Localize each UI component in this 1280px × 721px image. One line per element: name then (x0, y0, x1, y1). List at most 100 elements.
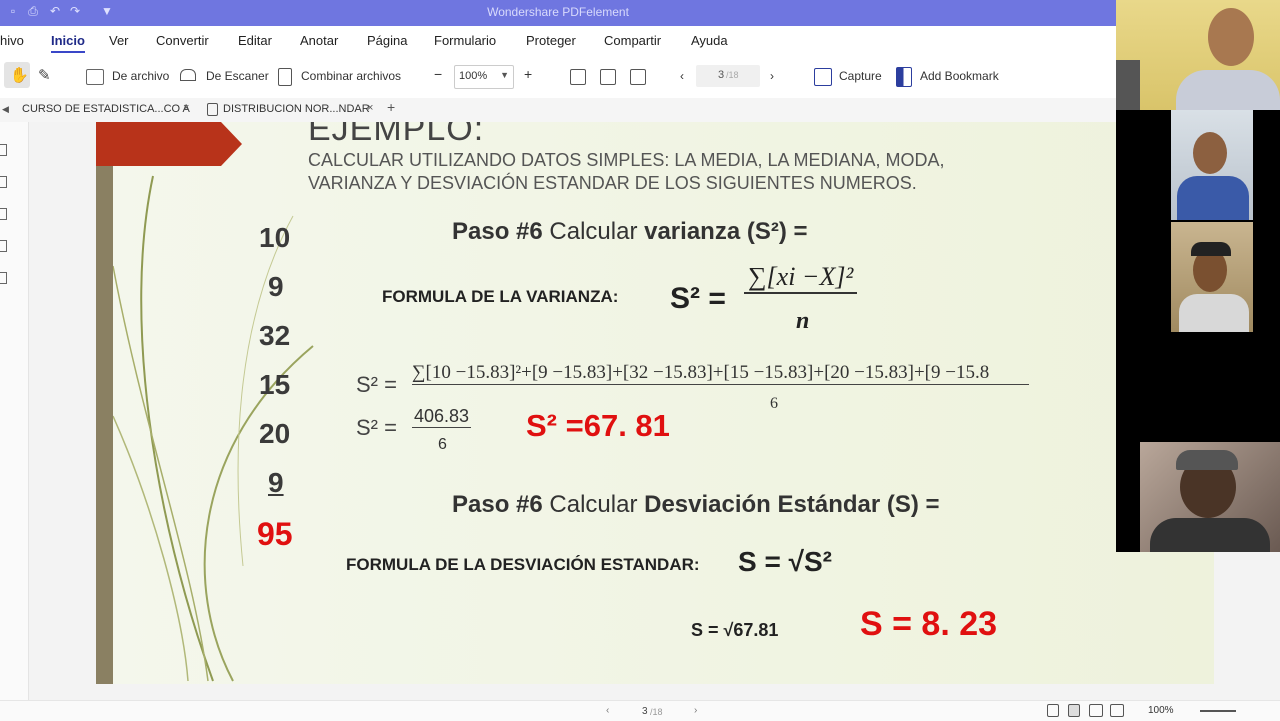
search-icon[interactable] (0, 272, 7, 284)
menu-ver[interactable]: Ver (109, 33, 129, 48)
zoom-value: 100% (459, 70, 488, 82)
menu-editar[interactable]: Editar (238, 33, 272, 48)
title-bar: ▫ ⎙ ↶ ↷ ▼ Wondershare PDFelement (0, 0, 1116, 26)
document-tabs: ◀ CURSO DE ESTADISTICA...CO A × DISTRIBU… (0, 98, 1116, 122)
menu-convertir[interactable]: Convertir (156, 33, 209, 48)
slide-heading: EJEMPLO: (308, 122, 485, 148)
page-number-field[interactable]: 3 /18 (696, 65, 760, 87)
step-verb: Calcular (542, 218, 645, 245)
formula-desviacion: S = √S² (738, 546, 832, 577)
two-page-view-icon[interactable] (1089, 704, 1103, 717)
step-verb: Calcular (542, 491, 645, 518)
menu-anotar[interactable]: Anotar (300, 33, 338, 48)
calc-lhs: S² = (356, 372, 397, 397)
step-desviacion-heading: Paso #6 Calcular Desviación Estándar (S)… (452, 491, 940, 519)
zoom-slider[interactable] (1200, 710, 1236, 712)
from-file-button[interactable]: De archivo (112, 69, 169, 83)
fit-page-icon[interactable] (600, 69, 616, 85)
prev-page-button[interactable]: ‹ (680, 69, 684, 83)
participant-cap (1191, 242, 1231, 256)
pdf-page: EJEMPLO: CALCULAR UTILIZANDO DATOS SIMPL… (96, 122, 1214, 684)
formula-desviacion-label: FORMULA DE LA DESVIACIÓN ESTANDAR: (346, 555, 700, 574)
menu-formulario[interactable]: Formulario (434, 33, 496, 48)
calc2-lhs: S² = (356, 415, 397, 440)
tab-scroll-left-icon[interactable]: ◀ (2, 104, 9, 115)
combine-icon (278, 68, 292, 86)
data-number: 15 (259, 369, 291, 400)
zoom-in-button[interactable]: + (524, 66, 532, 82)
data-number: 20 (259, 418, 291, 449)
from-scanner-button[interactable]: De Escaner (206, 69, 269, 83)
menu-inicio[interactable]: Inicio (51, 33, 85, 53)
zoom-select[interactable]: 100% ▼ (454, 65, 514, 89)
data-number: 9 (268, 271, 284, 302)
close-icon[interactable]: × (183, 102, 189, 114)
scanner-icon (180, 69, 196, 81)
add-bookmark-button[interactable]: Add Bookmark (920, 69, 999, 83)
page-total: /18 (726, 70, 739, 80)
continuous-view-icon[interactable] (1068, 704, 1080, 717)
edit-icon[interactable]: ✎ (38, 66, 51, 84)
calc-desviacion: S = √67.81 (691, 620, 779, 640)
rotate-icon[interactable] (630, 69, 646, 85)
tab-curso-estadistica[interactable]: CURSO DE ESTADISTICA...CO A (22, 103, 190, 115)
thumbnails-icon[interactable] (0, 144, 7, 156)
tab-distribucion-normal[interactable]: DISTRIBUCION NOR...NDAR (223, 103, 370, 115)
result-desviacion: S = 8. 23 (860, 605, 998, 643)
menu-archivo[interactable]: hivo (0, 33, 24, 48)
calc-numerator: ∑[10 −15.83]²+[9 −15.83]+[32 −15.83]+[15… (412, 362, 1030, 385)
slide-title-accent (96, 122, 242, 166)
capture-icon (814, 68, 832, 86)
close-icon[interactable]: × (367, 102, 373, 114)
formula-varianza-denominator: n (796, 308, 810, 334)
status-bar: ‹ 3 /18 › 100% (0, 700, 1280, 721)
menu-pagina[interactable]: Página (367, 33, 407, 48)
participant-shirt (1179, 294, 1249, 332)
attachments-icon[interactable] (0, 240, 7, 252)
formula-varianza-numerator: ∑[xi −X]² (744, 262, 858, 294)
step-topic: varianza (S²) = (644, 218, 808, 245)
decorative-leaves (113, 175, 314, 682)
combine-files-button[interactable]: Combinar archivos (301, 69, 401, 83)
status-page-total: /18 (650, 707, 663, 717)
left-sidebar (0, 122, 29, 700)
calc-denominator: 6 (770, 395, 778, 412)
menu-bar: hivo Inicio Ver Convertir Editar Anotar … (0, 26, 1116, 56)
comments-icon[interactable] (0, 208, 7, 220)
slide-subtitle-line-1: CALCULAR UTILIZANDO DATOS SIMPLES: LA ME… (308, 150, 945, 170)
formula-varianza-lhs: S² = (670, 282, 726, 315)
step-label: Paso #6 (452, 218, 543, 245)
slide-side-stripe (96, 122, 113, 684)
webcam-tile (1171, 222, 1253, 332)
status-zoom-value: 100% (1148, 705, 1174, 716)
single-page-view-icon[interactable] (1047, 704, 1059, 717)
participant-shirt (1176, 70, 1280, 110)
next-page-button[interactable]: › (770, 69, 774, 83)
window-title: Wondershare PDFelement (487, 5, 629, 19)
fit-width-icon[interactable] (570, 69, 586, 85)
hand-tool-button[interactable]: ✋ (4, 62, 30, 88)
prev-page-button[interactable]: ‹ (606, 705, 609, 716)
step-varianza-heading: Paso #6 Calcular varianza (S²) = (452, 218, 808, 246)
menu-compartir[interactable]: Compartir (604, 33, 661, 48)
menu-ayuda[interactable]: Ayuda (691, 33, 728, 48)
bookmarks-icon[interactable] (0, 176, 7, 188)
calc2-denominator: 6 (438, 436, 447, 453)
slide-subtitle-line-2: VARIANZA Y DESVIACIÓN ESTANDAR DE LOS SI… (308, 173, 917, 193)
background-object (1116, 60, 1140, 110)
grid-view-icon[interactable] (1110, 704, 1124, 717)
webcam-tile (1140, 442, 1280, 552)
status-page-current: 3 (642, 706, 648, 717)
add-tab-icon[interactable]: + (387, 99, 395, 115)
hand-icon: ✋ (10, 67, 29, 84)
capture-button[interactable]: Capture (839, 69, 882, 83)
step-topic: Desviación Estándar (S) = (644, 491, 940, 518)
zoom-out-button[interactable]: − (434, 66, 442, 82)
data-number: 9 (268, 467, 284, 498)
folder-icon (86, 69, 104, 85)
bookmark-icon (896, 67, 912, 87)
participant-cap (1176, 450, 1238, 470)
webcam-tile (1171, 110, 1253, 220)
menu-proteger[interactable]: Proteger (526, 33, 576, 48)
next-page-button[interactable]: › (694, 705, 697, 716)
